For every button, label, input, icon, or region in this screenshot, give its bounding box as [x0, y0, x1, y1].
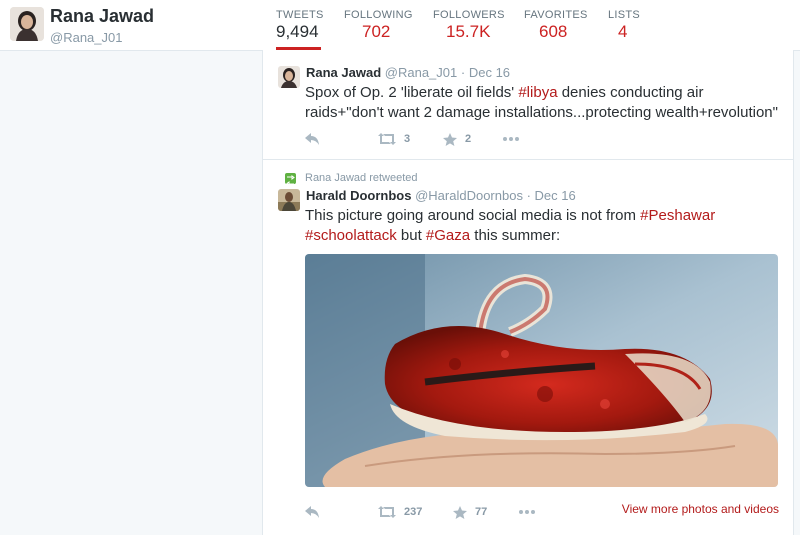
tweet-avatar[interactable] [278, 189, 300, 211]
stat-label: LISTS [608, 9, 641, 21]
hashtag-link[interactable]: #Peshawar [640, 207, 715, 224]
tweet-author-name[interactable]: Rana Jawad [306, 65, 381, 80]
stat-value: 15.7K [446, 22, 491, 41]
favorite-icon [443, 132, 457, 146]
favorite-count: 2 [465, 133, 472, 145]
retweet-context[interactable]: Rana Jawad retweeted [305, 172, 418, 184]
more-button[interactable] [503, 129, 519, 149]
reply-button[interactable] [305, 502, 319, 522]
timeline: Rana Jawad @Rana_J01 · Dec 16 Spox of Op… [262, 50, 794, 535]
profile-header: Rana Jawad @Rana_J01 TWEETS 9,494 FOLLOW… [0, 0, 800, 51]
profile-avatar[interactable] [10, 7, 44, 41]
profile-handle: @Rana_J01 [50, 30, 123, 45]
retweet-icon [378, 133, 396, 145]
tweet-photo[interactable] [305, 254, 778, 487]
tweet-header: Rana Jawad @Rana_J01 · Dec 16 [306, 65, 511, 80]
more-button[interactable] [519, 502, 535, 522]
tweet-header: Harald Doornbos @HaraldDoornbos · Dec 16 [306, 188, 576, 203]
retweet-icon [378, 506, 396, 518]
tweet-actions: 3 2 [305, 129, 775, 149]
tweet-text: This picture going around social media i… [305, 207, 716, 244]
stat-label: FOLLOWING [344, 9, 413, 21]
tweet-date[interactable]: Dec 16 [535, 188, 576, 203]
tweet-author-name[interactable]: Harald Doornbos [306, 188, 411, 203]
tweet-avatar[interactable] [278, 66, 300, 88]
stat-label: FAVORITES [524, 9, 588, 21]
stat-value: 9,494 [276, 22, 319, 41]
more-icon [519, 510, 535, 514]
stat-followers[interactable]: FOLLOWERS 15.7K [433, 0, 505, 50]
reply-button[interactable] [305, 129, 319, 149]
retweet-button[interactable]: 3 [378, 129, 410, 149]
reply-icon [305, 133, 319, 145]
stat-value: 4 [618, 22, 628, 41]
favorite-icon [453, 505, 467, 519]
stat-lists[interactable]: LISTS 4 [608, 0, 643, 50]
stat-value: 702 [362, 22, 391, 41]
favorite-button[interactable]: 2 [443, 129, 471, 149]
profile-name[interactable]: Rana Jawad [50, 6, 154, 27]
hashtag-link[interactable]: #Gaza [426, 227, 470, 244]
tweet-text: Spox of Op. 2 'liberate oil fields' #lib… [305, 84, 778, 121]
tweet[interactable]: Rana Jawad retweeted Harald Doornbos @Ha… [263, 160, 793, 535]
tweet[interactable]: Rana Jawad @Rana_J01 · Dec 16 Spox of Op… [263, 50, 793, 160]
stat-label: TWEETS [276, 9, 324, 21]
hashtag-link[interactable]: #libya [518, 84, 557, 101]
retweet-count: 237 [404, 506, 423, 518]
stat-value: 608 [539, 22, 568, 41]
tweet-date[interactable]: Dec 16 [469, 65, 510, 80]
favorite-count: 77 [475, 506, 488, 518]
favorite-button[interactable]: 77 [453, 502, 487, 522]
reply-icon [305, 506, 319, 518]
stat-favorites[interactable]: FAVORITES 608 [524, 0, 587, 50]
stat-label: FOLLOWERS [433, 9, 505, 21]
view-more-media-link[interactable]: View more photos and videos [622, 502, 779, 516]
stat-following[interactable]: FOLLOWING 702 [344, 0, 414, 50]
tweet-author-handle[interactable]: @HaraldDoornbos [415, 188, 523, 203]
retweet-button[interactable]: 237 [378, 502, 422, 522]
hashtag-link[interactable]: #schoolattack [305, 227, 397, 244]
stat-tweets[interactable]: TWEETS 9,494 [276, 0, 324, 50]
retweeted-icon [285, 173, 296, 186]
more-icon [503, 137, 519, 141]
tweet-author-handle[interactable]: @Rana_J01 [385, 65, 457, 80]
retweet-count: 3 [404, 133, 411, 145]
